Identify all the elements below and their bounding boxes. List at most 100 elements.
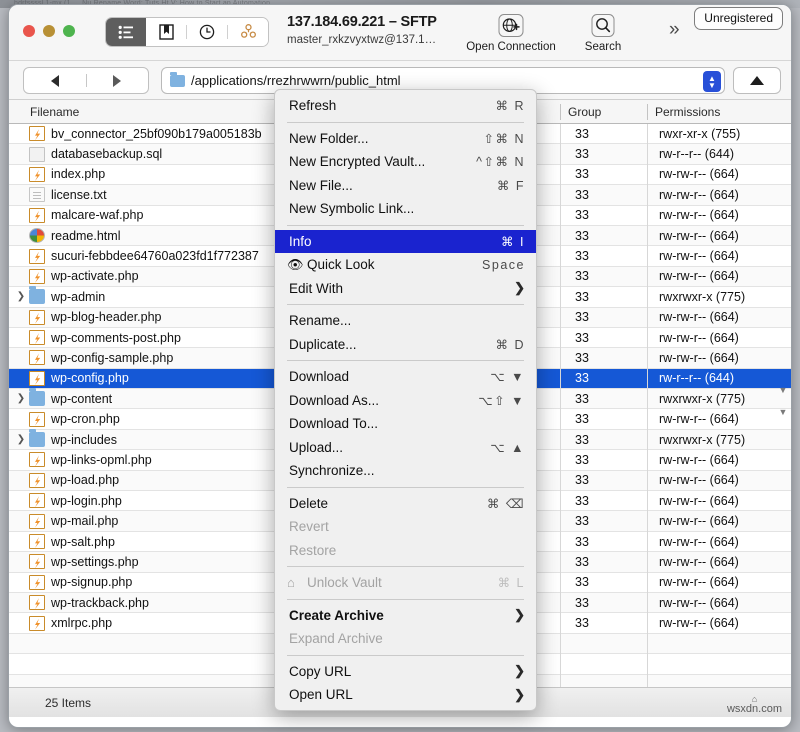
parent-directory-button[interactable] (733, 67, 781, 94)
menu-item-label: Revert (289, 519, 329, 535)
disclosure-triangle-icon[interactable]: ❯ (13, 291, 29, 302)
menu-refresh[interactable]: Refresh ⌘ R (275, 94, 536, 118)
bookmarks-view-button[interactable] (146, 18, 186, 46)
menu-synchronize[interactable]: Synchronize... (275, 459, 536, 483)
bonjour-view-button[interactable] (228, 18, 268, 46)
menu-delete[interactable]: Delete ⌘ ⌫ (275, 492, 536, 516)
menu-separator (287, 566, 524, 567)
menu-open-url[interactable]: Open URL ❯ (275, 683, 536, 707)
php-file-icon (29, 534, 45, 549)
stepper-down-icon: ▼ (708, 80, 716, 90)
menu-info[interactable]: Info ⌘ I (275, 229, 536, 253)
file-name: wp-load.php (51, 473, 120, 488)
file-permissions: rw-rw-r-- (664) (659, 616, 739, 631)
file-permissions: rw-rw-r-- (664) (659, 452, 739, 467)
menu-edit-with[interactable]: Edit With ❯ (275, 277, 536, 301)
file-context-menu[interactable]: Refresh ⌘ R New Folder... ⇧⌘ N New Encrypted… (274, 89, 537, 711)
window-toolbar: 137.184.69.221 – SFTP master_rxkzvyxtwz@… (9, 5, 791, 61)
path-stepper[interactable]: ▲ ▼ (703, 71, 721, 92)
menu-rename[interactable]: Rename... (275, 309, 536, 333)
file-group: 33 (575, 575, 589, 590)
file-group: 33 (575, 289, 589, 304)
open-connection-button[interactable]: Open Connection (463, 12, 559, 53)
menu-separator (287, 121, 524, 123)
menu-item-label: Unlock Vault (307, 575, 382, 591)
column-header-filename[interactable]: Filename (23, 104, 79, 120)
menu-download-to[interactable]: Download To... (275, 412, 536, 436)
scroll-down-arrow-icon[interactable]: ▼ (777, 401, 789, 423)
php-file-icon (29, 554, 45, 570)
menu-unlock-vault: ⌂ Unlock Vault ⌘ L (275, 571, 536, 595)
column-header-permissions[interactable]: Permissions (647, 104, 720, 120)
file-group: 33 (575, 391, 589, 406)
watermark-text: wsxdn.com (726, 703, 782, 715)
toolbar-overflow-icon[interactable]: » (669, 19, 680, 41)
file-permissions: rw-r--r-- (644) (659, 371, 734, 386)
php-file-icon (29, 595, 45, 611)
folder-icon (29, 388, 45, 407)
menu-item-label: Restore (289, 542, 337, 558)
menu-new-encrypted-vault[interactable]: New Encrypted Vault... ^⇧⌘ N (275, 150, 536, 174)
menu-download[interactable]: Download ⌥ ▼ (275, 365, 536, 389)
scroll-up-arrow-icon[interactable]: ▼ (777, 379, 789, 401)
menu-create-archive[interactable]: Create Archive ❯ (275, 604, 536, 628)
file-group: 33 (575, 493, 589, 508)
menu-separator (287, 486, 524, 488)
view-mode-segmented-control[interactable] (105, 17, 269, 47)
file-name: wp-settings.php (51, 554, 139, 569)
php-file-icon (29, 615, 45, 631)
search-icon-wrap (555, 12, 651, 40)
back-button[interactable] (24, 74, 86, 87)
php-file-icon (29, 452, 45, 468)
php-file-icon (29, 268, 45, 284)
file-name: readme.html (51, 228, 121, 243)
file-name: wp-login.php (51, 493, 122, 508)
menu-item-label: Expand Archive (289, 631, 383, 647)
menu-item-label: Edit With (289, 280, 344, 296)
php-file-icon (29, 574, 45, 590)
file-group: 33 (575, 310, 589, 325)
globe-plus-icon (498, 14, 524, 37)
menu-item-label: Delete (289, 495, 329, 511)
menu-new-file[interactable]: New File... ⌘ F (275, 174, 536, 198)
menu-copy-url[interactable]: Copy URL ❯ (275, 660, 536, 684)
file-group: 33 (575, 554, 589, 569)
menu-separator (287, 598, 524, 600)
php-file-icon (29, 411, 45, 427)
disclosure-triangle-icon[interactable]: ❯ (13, 434, 29, 445)
file-permissions: rw-rw-r-- (664) (659, 514, 739, 529)
file-name: wp-includes (51, 432, 118, 447)
search-button[interactable]: Search (555, 12, 651, 53)
bookmark-icon (158, 24, 174, 40)
disclosure-triangle-icon[interactable]: ❯ (13, 393, 29, 404)
file-name: wp-comments-post.php (51, 330, 181, 345)
file-permissions: rw-rw-r-- (664) (659, 228, 739, 243)
file-name: wp-trackback.php (51, 595, 149, 610)
forward-button[interactable] (87, 74, 149, 87)
history-view-button[interactable] (187, 18, 227, 46)
menu-upload[interactable]: Upload... ⌥ ▲ (275, 436, 536, 460)
minimize-window-button[interactable] (43, 25, 55, 37)
close-window-button[interactable] (23, 25, 35, 37)
menu-download-as[interactable]: Download As... ⌥⇧ ▼ (275, 389, 536, 413)
zoom-window-button[interactable] (63, 25, 75, 37)
browser-view-button[interactable] (106, 18, 146, 46)
menu-item-label: Download To... (289, 416, 379, 432)
file-name: malcare-waf.php (51, 208, 144, 223)
file-group: 33 (575, 208, 589, 223)
list-scroll-arrows[interactable]: ▼ ▼ (777, 379, 789, 423)
menu-revert: Revert (275, 515, 536, 539)
menu-new-folder[interactable]: New Folder... ⇧⌘ N (275, 127, 536, 151)
column-header-group[interactable]: Group (560, 104, 601, 120)
menu-item-shortcut: ⌘ F (496, 178, 525, 193)
file-group: 33 (575, 228, 589, 243)
menu-quick-look[interactable]: 👁 Quick Look Space (275, 253, 536, 277)
menu-new-symbolic-link[interactable]: New Symbolic Link... (275, 197, 536, 221)
unregistered-badge[interactable]: Unregistered (694, 7, 783, 30)
menu-item-shortcut: ⌘ L (497, 576, 525, 591)
search-icon (591, 14, 615, 37)
file-group: 33 (575, 534, 589, 549)
menu-duplicate[interactable]: Duplicate... ⌘ D (275, 333, 536, 357)
php-file-icon (29, 166, 45, 182)
item-count-label: 25 Items (45, 695, 92, 710)
